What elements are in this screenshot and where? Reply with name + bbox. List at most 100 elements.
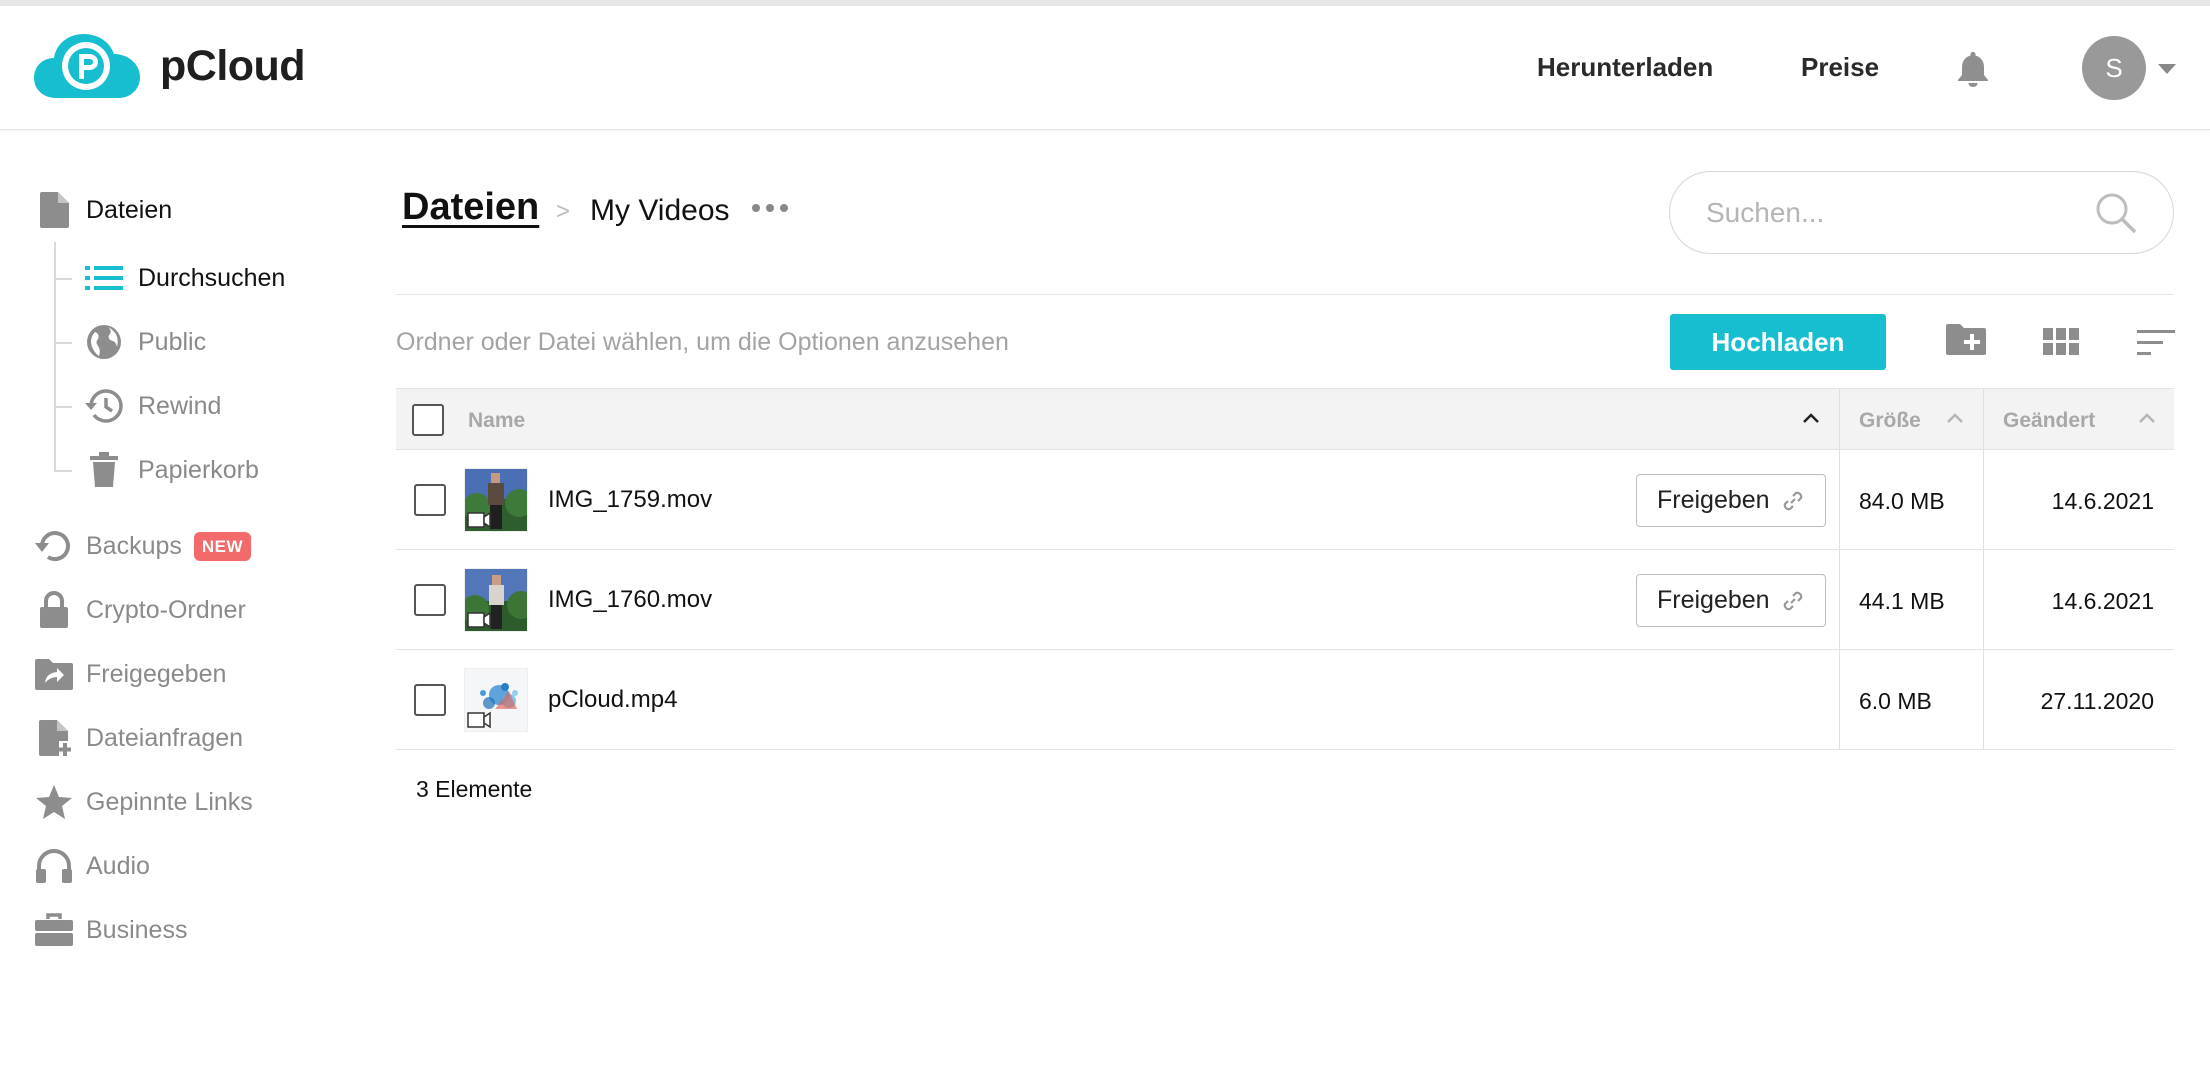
video-thumbnail[interactable] — [464, 468, 528, 532]
table-row[interactable]: pCloud.mp4 6.0 MB 27.11.2020 — [396, 650, 2174, 750]
sidebar-item-label: Business — [86, 915, 188, 944]
sidebar-item-backups[interactable]: Backups NEW — [34, 526, 252, 566]
sidebar-item-rewind[interactable]: Rewind — [84, 386, 221, 426]
tree-branch — [54, 406, 72, 408]
sidebar-item-shared[interactable]: Freigegeben — [34, 654, 226, 694]
sidebar-item-label: Rewind — [138, 391, 222, 420]
sidebar-item-label: Durchsuchen — [138, 263, 286, 292]
file-size: 44.1 MB — [1859, 588, 1945, 614]
video-thumbnail[interactable] — [464, 568, 528, 632]
sidebar-item-label: Backups — [86, 531, 182, 560]
tree-line — [54, 242, 56, 472]
sort-icon[interactable] — [2137, 330, 2175, 361]
sidebar-item-label: Dateien — [86, 195, 173, 224]
sidebar-item-label: Freigegeben — [86, 659, 227, 688]
chevron-down-icon[interactable] — [2158, 64, 2176, 74]
column-separator — [1983, 389, 1984, 449]
sidebar-item-crypto[interactable]: Crypto-Ordner — [34, 590, 246, 630]
table-row[interactable]: IMG_1759.mov Freigeben 84.0 MB 14.6.2021 — [396, 450, 2174, 550]
sidebar-item-label: Crypto-Ordner — [86, 595, 246, 624]
file-size: 84.0 MB — [1859, 488, 1945, 514]
backup-icon — [34, 526, 74, 566]
tree-branch — [54, 470, 72, 472]
table-row[interactable]: IMG_1760.mov Freigeben 44.1 MB 14.6.2021 — [396, 550, 2174, 650]
link-icon — [1783, 591, 1802, 610]
breadcrumb-root[interactable]: Dateien — [402, 186, 539, 229]
sidebar-item-label: Papierkorb — [138, 455, 259, 484]
divider — [396, 294, 2174, 295]
more-options-icon[interactable] — [752, 204, 788, 212]
file-name[interactable]: pCloud.mp4 — [548, 686, 677, 714]
sidebar-item-audio[interactable]: Audio — [34, 846, 150, 886]
shared-folder-icon — [34, 654, 74, 694]
column-header-modified[interactable]: Geändert — [2003, 409, 2095, 433]
sidebar-item-public[interactable]: Public — [84, 322, 206, 362]
chevron-up-icon[interactable] — [2138, 411, 2156, 429]
notifications-bell-icon[interactable] — [1956, 50, 1990, 93]
sidebar-item-files[interactable]: Dateien — [34, 190, 172, 230]
file-table: Name Größe Geändert IMG_1759.mov Freigeb… — [396, 388, 2174, 750]
nav-download-link[interactable]: Herunterladen — [1537, 52, 1713, 83]
history-icon — [84, 386, 124, 426]
search-input[interactable] — [1706, 196, 2086, 229]
breadcrumb-current: My Videos — [590, 194, 730, 227]
video-thumbnail[interactable] — [464, 668, 528, 732]
headphones-icon — [34, 846, 74, 886]
user-avatar[interactable]: S — [2082, 36, 2146, 100]
star-icon — [34, 782, 74, 822]
file-icon — [34, 190, 74, 230]
sidebar-item-pinned-links[interactable]: Gepinnte Links — [34, 782, 253, 822]
sidebar: Dateien Durchsuchen Public Rewind Papier… — [0, 170, 380, 990]
row-checkbox[interactable] — [414, 684, 446, 716]
upload-button[interactable]: Hochladen — [1670, 314, 1886, 370]
share-button[interactable]: Freigeben — [1636, 574, 1826, 627]
breadcrumb-separator: > — [556, 198, 571, 225]
trash-icon — [84, 450, 124, 490]
row-checkbox[interactable] — [414, 484, 446, 516]
search-box — [1669, 171, 2174, 254]
file-name[interactable]: IMG_1760.mov — [548, 586, 712, 614]
select-all-checkbox[interactable] — [412, 404, 444, 436]
list-icon — [84, 258, 124, 298]
sidebar-item-business[interactable]: Business — [34, 910, 187, 950]
sidebar-item-trash[interactable]: Papierkorb — [84, 450, 259, 490]
sidebar-item-label: Dateianfragen — [86, 723, 244, 752]
sidebar-item-file-requests[interactable]: Dateianfragen — [34, 718, 243, 758]
tree-branch — [54, 342, 72, 344]
grid-view-icon[interactable] — [2043, 328, 2079, 361]
new-badge: NEW — [193, 531, 252, 561]
column-separator — [1839, 389, 1840, 449]
column-separator — [1983, 650, 1984, 749]
file-modified-date: 27.11.2020 — [2040, 688, 2154, 714]
column-separator — [1839, 650, 1840, 749]
sidebar-item-label: Gepinnte Links — [86, 787, 253, 816]
search-icon[interactable] — [2095, 192, 2137, 239]
column-separator — [1983, 550, 1984, 649]
column-separator — [1839, 550, 1840, 649]
table-header: Name Größe Geändert — [396, 388, 2174, 450]
new-folder-icon[interactable] — [1946, 322, 1986, 361]
file-modified-date: 14.6.2021 — [2051, 488, 2154, 514]
file-name[interactable]: IMG_1759.mov — [548, 486, 712, 514]
share-button[interactable]: Freigeben — [1636, 474, 1826, 527]
column-header-name[interactable]: Name — [468, 409, 525, 433]
item-count: 3 Elemente — [416, 776, 533, 802]
column-header-size[interactable]: Größe — [1859, 409, 1921, 433]
cloud-logo-icon — [34, 34, 140, 98]
file-size: 6.0 MB — [1859, 688, 1932, 714]
row-checkbox[interactable] — [414, 584, 446, 616]
brand-name: pCloud — [160, 41, 306, 90]
app-header: pCloud Herunterladen Preise S — [0, 6, 2210, 130]
briefcase-icon — [34, 910, 74, 950]
column-separator — [1983, 450, 1984, 549]
link-icon — [1783, 491, 1802, 510]
chevron-up-icon[interactable] — [1802, 411, 1820, 429]
pcloud-logo[interactable]: pCloud — [34, 32, 306, 100]
sidebar-item-label: Public — [138, 327, 207, 356]
chevron-up-icon[interactable] — [1946, 411, 1964, 429]
file-modified-date: 14.6.2021 — [2051, 588, 2154, 614]
sidebar-item-browse[interactable]: Durchsuchen — [84, 258, 285, 298]
selection-hint: Ordner oder Datei wählen, um die Optione… — [396, 328, 1009, 356]
nav-prices-link[interactable]: Preise — [1801, 52, 1879, 83]
share-button-label: Freigeben — [1657, 586, 1770, 614]
